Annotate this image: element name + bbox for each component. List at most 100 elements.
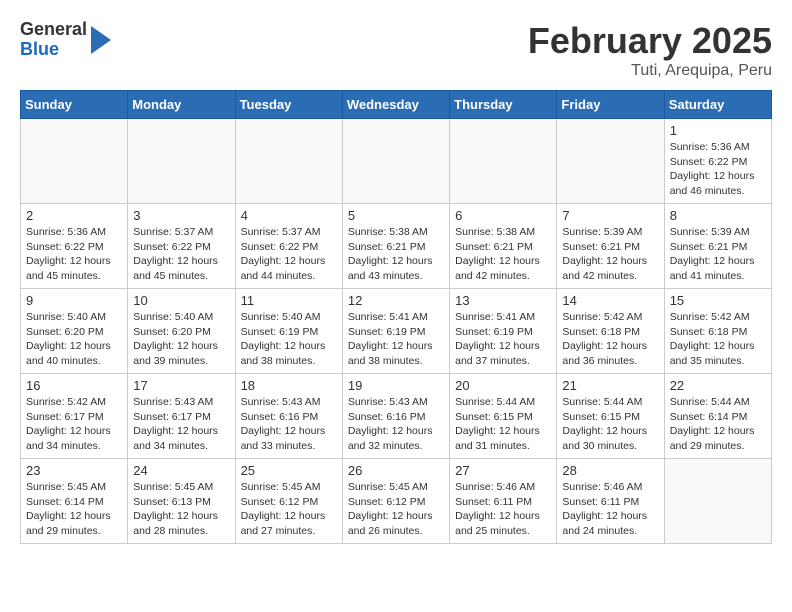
calendar-cell xyxy=(128,119,235,204)
calendar-cell: 23 Sunrise: 5:45 AM Sunset: 6:14 PM Dayli… xyxy=(21,459,128,544)
day-number: 4 xyxy=(241,208,337,223)
day-number: 10 xyxy=(133,293,229,308)
day-info: Sunrise: 5:44 AM Sunset: 6:14 PM Dayligh… xyxy=(670,395,766,454)
day-info: Sunrise: 5:39 AM Sunset: 6:21 PM Dayligh… xyxy=(562,225,658,284)
day-info: Sunrise: 5:42 AM Sunset: 6:18 PM Dayligh… xyxy=(562,310,658,369)
calendar-cell: 10 Sunrise: 5:40 AM Sunset: 6:20 PM Dayli… xyxy=(128,289,235,374)
month-title: February 2025 xyxy=(528,20,772,62)
calendar-cell: 19 Sunrise: 5:43 AM Sunset: 6:16 PM Dayli… xyxy=(342,374,449,459)
week-row-1: 1 Sunrise: 5:36 AM Sunset: 6:22 PM Daylig… xyxy=(21,119,772,204)
day-info: Sunrise: 5:36 AM Sunset: 6:22 PM Dayligh… xyxy=(26,225,122,284)
calendar-cell xyxy=(235,119,342,204)
day-info: Sunrise: 5:46 AM Sunset: 6:11 PM Dayligh… xyxy=(562,480,658,539)
week-row-5: 23 Sunrise: 5:45 AM Sunset: 6:14 PM Dayli… xyxy=(21,459,772,544)
calendar-cell: 27 Sunrise: 5:46 AM Sunset: 6:11 PM Dayli… xyxy=(450,459,557,544)
day-number: 1 xyxy=(670,123,766,138)
calendar-cell: 22Sunrise: 5:44 AM Sunset: 6:14 PM Dayli… xyxy=(664,374,771,459)
weekday-header-row: SundayMondayTuesdayWednesdayThursdayFrid… xyxy=(21,91,772,119)
logo-text: General Blue xyxy=(20,20,87,60)
weekday-header-friday: Friday xyxy=(557,91,664,119)
day-number: 25 xyxy=(241,463,337,478)
location-title: Tuti, Arequipa, Peru xyxy=(528,62,772,80)
day-info: Sunrise: 5:45 AM Sunset: 6:12 PM Dayligh… xyxy=(241,480,337,539)
calendar-cell: 15Sunrise: 5:42 AM Sunset: 6:18 PM Dayli… xyxy=(664,289,771,374)
day-number: 2 xyxy=(26,208,122,223)
week-row-2: 2 Sunrise: 5:36 AM Sunset: 6:22 PM Daylig… xyxy=(21,204,772,289)
day-info: Sunrise: 5:38 AM Sunset: 6:21 PM Dayligh… xyxy=(455,225,551,284)
day-info: Sunrise: 5:38 AM Sunset: 6:21 PM Dayligh… xyxy=(348,225,444,284)
calendar-table: SundayMondayTuesdayWednesdayThursdayFrid… xyxy=(20,90,772,544)
weekday-header-wednesday: Wednesday xyxy=(342,91,449,119)
calendar-cell: 28 Sunrise: 5:46 AM Sunset: 6:11 PM Dayli… xyxy=(557,459,664,544)
day-number: 7 xyxy=(562,208,658,223)
day-number: 26 xyxy=(348,463,444,478)
logo-icon xyxy=(89,26,111,54)
calendar-cell: 6 Sunrise: 5:38 AM Sunset: 6:21 PM Daylig… xyxy=(450,204,557,289)
day-number: 27 xyxy=(455,463,551,478)
week-row-4: 16 Sunrise: 5:42 AM Sunset: 6:17 PM Dayli… xyxy=(21,374,772,459)
day-number: 11 xyxy=(241,293,337,308)
calendar-cell xyxy=(342,119,449,204)
day-number: 3 xyxy=(133,208,229,223)
day-info: Sunrise: 5:42 AM Sunset: 6:17 PM Dayligh… xyxy=(26,395,122,454)
day-number: 5 xyxy=(348,208,444,223)
calendar-cell xyxy=(21,119,128,204)
day-info: Sunrise: 5:40 AM Sunset: 6:19 PM Dayligh… xyxy=(241,310,337,369)
calendar-cell: 9 Sunrise: 5:40 AM Sunset: 6:20 PM Daylig… xyxy=(21,289,128,374)
day-info: Sunrise: 5:43 AM Sunset: 6:17 PM Dayligh… xyxy=(133,395,229,454)
day-number: 14 xyxy=(562,293,658,308)
calendar-cell: 16 Sunrise: 5:42 AM Sunset: 6:17 PM Dayli… xyxy=(21,374,128,459)
day-info: Sunrise: 5:45 AM Sunset: 6:14 PM Dayligh… xyxy=(26,480,122,539)
page-header: General Blue February 2025 Tuti, Arequip… xyxy=(20,20,772,80)
day-info: Sunrise: 5:37 AM Sunset: 6:22 PM Dayligh… xyxy=(241,225,337,284)
day-info: Sunrise: 5:40 AM Sunset: 6:20 PM Dayligh… xyxy=(133,310,229,369)
day-number: 6 xyxy=(455,208,551,223)
logo-general: General xyxy=(20,20,87,40)
logo-blue: Blue xyxy=(20,40,87,60)
calendar-cell xyxy=(450,119,557,204)
calendar-cell: 8 Sunrise: 5:39 AM Sunset: 6:21 PM Daylig… xyxy=(664,204,771,289)
calendar-cell: 7 Sunrise: 5:39 AM Sunset: 6:21 PM Daylig… xyxy=(557,204,664,289)
calendar-cell: 21Sunrise: 5:44 AM Sunset: 6:15 PM Dayli… xyxy=(557,374,664,459)
day-number: 13 xyxy=(455,293,551,308)
calendar-cell: 14 Sunrise: 5:42 AM Sunset: 6:18 PM Dayli… xyxy=(557,289,664,374)
day-number: 9 xyxy=(26,293,122,308)
calendar-cell: 5 Sunrise: 5:38 AM Sunset: 6:21 PM Daylig… xyxy=(342,204,449,289)
title-block: February 2025 Tuti, Arequipa, Peru xyxy=(528,20,772,80)
calendar-cell: 1 Sunrise: 5:36 AM Sunset: 6:22 PM Daylig… xyxy=(664,119,771,204)
week-row-3: 9 Sunrise: 5:40 AM Sunset: 6:20 PM Daylig… xyxy=(21,289,772,374)
day-info: Sunrise: 5:41 AM Sunset: 6:19 PM Dayligh… xyxy=(348,310,444,369)
day-number: 15 xyxy=(670,293,766,308)
day-info: Sunrise: 5:43 AM Sunset: 6:16 PM Dayligh… xyxy=(348,395,444,454)
day-info: Sunrise: 5:36 AM Sunset: 6:22 PM Dayligh… xyxy=(670,140,766,199)
day-info: Sunrise: 5:41 AM Sunset: 6:19 PM Dayligh… xyxy=(455,310,551,369)
calendar-cell: 13 Sunrise: 5:41 AM Sunset: 6:19 PM Dayli… xyxy=(450,289,557,374)
calendar-cell: 17 Sunrise: 5:43 AM Sunset: 6:17 PM Dayli… xyxy=(128,374,235,459)
day-number: 23 xyxy=(26,463,122,478)
day-info: Sunrise: 5:37 AM Sunset: 6:22 PM Dayligh… xyxy=(133,225,229,284)
calendar-cell: 2 Sunrise: 5:36 AM Sunset: 6:22 PM Daylig… xyxy=(21,204,128,289)
day-number: 8 xyxy=(670,208,766,223)
calendar-cell: 24Sunrise: 5:45 AM Sunset: 6:13 PM Dayli… xyxy=(128,459,235,544)
calendar-cell: 4 Sunrise: 5:37 AM Sunset: 6:22 PM Daylig… xyxy=(235,204,342,289)
day-number: 19 xyxy=(348,378,444,393)
day-info: Sunrise: 5:39 AM Sunset: 6:21 PM Dayligh… xyxy=(670,225,766,284)
day-number: 16 xyxy=(26,378,122,393)
day-info: Sunrise: 5:46 AM Sunset: 6:11 PM Dayligh… xyxy=(455,480,551,539)
calendar-cell: 3 Sunrise: 5:37 AM Sunset: 6:22 PM Daylig… xyxy=(128,204,235,289)
calendar-cell: 25 Sunrise: 5:45 AM Sunset: 6:12 PM Dayli… xyxy=(235,459,342,544)
day-info: Sunrise: 5:44 AM Sunset: 6:15 PM Dayligh… xyxy=(562,395,658,454)
calendar-cell: 12Sunrise: 5:41 AM Sunset: 6:19 PM Dayli… xyxy=(342,289,449,374)
day-number: 28 xyxy=(562,463,658,478)
calendar-cell: 26 Sunrise: 5:45 AM Sunset: 6:12 PM Dayli… xyxy=(342,459,449,544)
day-number: 20 xyxy=(455,378,551,393)
day-info: Sunrise: 5:44 AM Sunset: 6:15 PM Dayligh… xyxy=(455,395,551,454)
day-number: 17 xyxy=(133,378,229,393)
day-number: 24 xyxy=(133,463,229,478)
day-number: 18 xyxy=(241,378,337,393)
day-info: Sunrise: 5:45 AM Sunset: 6:12 PM Dayligh… xyxy=(348,480,444,539)
calendar-cell xyxy=(664,459,771,544)
calendar-cell xyxy=(557,119,664,204)
weekday-header-saturday: Saturday xyxy=(664,91,771,119)
day-info: Sunrise: 5:40 AM Sunset: 6:20 PM Dayligh… xyxy=(26,310,122,369)
